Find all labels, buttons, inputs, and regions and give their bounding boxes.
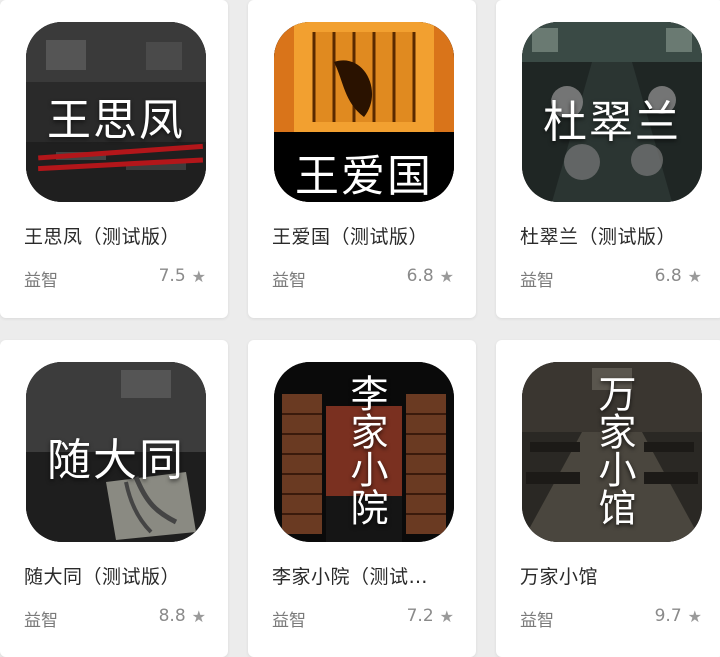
app-card-wanjiaxiaoguan[interactable]: 万家小馆 万家小馆 益智 9.7 ★: [496, 340, 720, 657]
icon-title-text: 李家小院: [344, 374, 388, 526]
app-category: 益智: [24, 611, 58, 631]
rating-value: 8.8: [158, 606, 186, 626]
app-rating: 9.7 ★: [655, 606, 702, 626]
app-meta: 益智 6.8 ★: [520, 266, 702, 292]
app-icon-ducuilan[interactable]: 杜翠兰: [522, 22, 702, 202]
app-category: 益智: [272, 271, 306, 291]
app-category: 益智: [520, 271, 554, 291]
app-card-wangsifeng[interactable]: 王思凤 王思凤（测试版） 益智 7.5 ★: [0, 0, 228, 318]
app-category: 益智: [24, 271, 58, 291]
star-icon: ★: [191, 606, 206, 626]
app-card-lijiaxiaoyuan[interactable]: 李家小院 李家小院（测试… 益智 7.2 ★: [248, 340, 476, 657]
icon-title-text: 王爱国: [295, 151, 433, 202]
app-icon-lijiaxiaoyuan[interactable]: 李家小院: [274, 362, 454, 542]
star-icon: ★: [687, 606, 702, 626]
icon-title-text: 随大同: [47, 435, 185, 486]
app-meta: 益智 7.2 ★: [272, 606, 454, 632]
app-title[interactable]: 杜翠兰（测试版）: [520, 222, 676, 249]
rating-value: 9.7: [654, 606, 682, 626]
star-icon: ★: [687, 266, 702, 286]
app-icon-suidatong[interactable]: 随大同: [26, 362, 206, 542]
star-icon: ★: [191, 266, 206, 286]
app-meta: 益智 8.8 ★: [24, 606, 206, 632]
rating-value: 7.5: [158, 266, 186, 286]
app-rating: 7.2 ★: [407, 606, 454, 626]
app-grid: 王思凤 王思凤（测试版） 益智 7.5 ★ 王爱国 王爱国（测试版） 益智 6.…: [0, 0, 720, 657]
app-rating: 8.8 ★: [159, 606, 206, 626]
app-rating: 6.8 ★: [655, 266, 702, 286]
app-rating: 7.5 ★: [159, 266, 206, 286]
rating-value: 6.8: [406, 266, 434, 286]
icon-title-text: 万家小馆: [592, 374, 636, 526]
app-meta: 益智 7.5 ★: [24, 266, 206, 292]
icon-title-text: 王思凤: [47, 95, 185, 146]
app-category: 益智: [272, 611, 306, 631]
app-card-suidatong[interactable]: 随大同 随大同（测试版） 益智 8.8 ★: [0, 340, 228, 657]
app-icon-wangaiguo[interactable]: 王爱国: [274, 22, 454, 202]
star-icon: ★: [439, 266, 454, 286]
app-icon-wangsifeng[interactable]: 王思凤: [26, 22, 206, 202]
rating-value: 6.8: [654, 266, 682, 286]
rating-value: 7.2: [406, 606, 434, 626]
app-icon-wanjiaxiaoguan[interactable]: 万家小馆: [522, 362, 702, 542]
star-icon: ★: [439, 606, 454, 626]
app-title[interactable]: 王思凤（测试版）: [24, 222, 180, 249]
icon-title-text: 杜翠兰: [543, 97, 681, 148]
app-title[interactable]: 李家小院（测试…: [272, 562, 428, 589]
app-category: 益智: [520, 611, 554, 631]
app-title[interactable]: 万家小馆: [520, 562, 598, 589]
app-meta: 益智 9.7 ★: [520, 606, 702, 632]
app-meta: 益智 6.8 ★: [272, 266, 454, 292]
app-title[interactable]: 随大同（测试版）: [24, 562, 180, 589]
app-title[interactable]: 王爱国（测试版）: [272, 222, 428, 249]
app-rating: 6.8 ★: [407, 266, 454, 286]
app-card-wangaiguo[interactable]: 王爱国 王爱国（测试版） 益智 6.8 ★: [248, 0, 476, 318]
app-card-ducuilan[interactable]: 杜翠兰 杜翠兰（测试版） 益智 6.8 ★: [496, 0, 720, 318]
